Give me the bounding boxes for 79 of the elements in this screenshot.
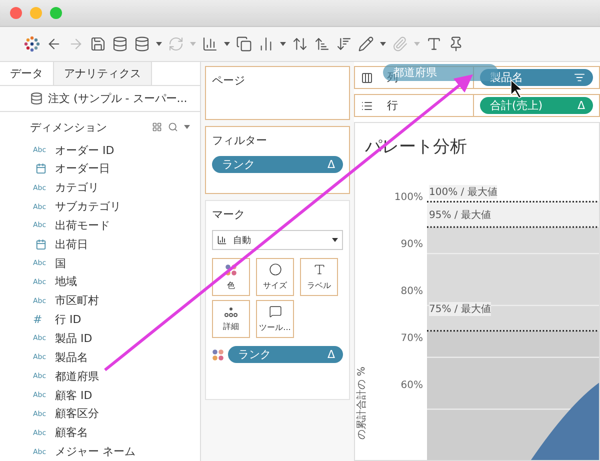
field-name[interactable]: メジャー ネーム [55,444,136,460]
field-type-label: # [33,313,44,326]
axis-tick-label: 100% [394,192,423,203]
field-name[interactable]: 顧客区分 [55,406,99,422]
swap-icon [292,36,308,52]
mark-property-button[interactable]: 詳細 [212,300,250,338]
field-name[interactable]: 出荷日 [55,236,88,252]
search-icon[interactable] [168,122,178,132]
mark-property-button[interactable]: ツール... [256,300,294,338]
field-name[interactable]: オーダー日 [55,161,110,176]
caret-icon [224,42,230,46]
color-dots-icon [225,264,237,276]
speech-bubble-icon [268,305,282,318]
axis-tick-label: 60% [400,380,423,391]
database-icon [112,36,128,52]
sort-descending-icon [336,36,352,52]
mark-property-button[interactable]: サイズ [256,258,294,296]
refresh-icon [168,36,184,52]
grid-icon[interactable] [152,122,162,132]
bar-chart-icon [217,235,227,245]
logo-icon [24,36,40,52]
axis-title: の累計合計の % [355,366,368,440]
field-name[interactable]: 出荷モード [55,218,110,233]
caret-icon [414,42,420,46]
mark-property-button[interactable]: ラベル [300,258,338,296]
mark-type-dropdown[interactable]: 自動 [212,230,343,250]
field-pill[interactable]: ランク Δ [228,346,343,363]
field-name[interactable]: 行 ID [55,312,82,328]
filter-pill[interactable]: ランク Δ [212,156,343,173]
card-title: フィルター [212,133,268,148]
mark-property-button[interactable]: 色 [212,258,250,296]
caret-icon [280,42,286,46]
sort-icon [574,72,585,83]
card-title: マーク [212,207,246,222]
database-icon [30,92,43,105]
field-name[interactable]: カテゴリ [55,180,99,196]
caret-icon [380,42,386,46]
field-name[interactable]: 国 [55,256,66,271]
sort-ascending-icon [314,36,330,52]
field-name[interactable]: 製品名 [55,350,88,365]
paperclip-icon [392,36,408,52]
field-name[interactable]: 都道府県 [55,368,99,384]
axis-tick-label: 80% [400,286,423,297]
caret-icon [332,238,338,242]
columns-icon [361,72,373,84]
field-name[interactable]: 顧客名 [55,425,88,440]
field-name[interactable]: オーダー ID [55,142,114,158]
save-icon [90,36,106,52]
chart-icon [258,36,274,52]
text-icon [312,263,326,276]
caret-icon[interactable] [184,125,190,130]
database-icon [134,36,150,52]
axis-tick-label: 90% [400,239,423,250]
field-name[interactable]: サブカテゴリ [55,199,121,214]
section-heading: ディメンション [30,120,108,135]
text-icon [426,36,442,52]
caret-icon [190,42,196,46]
copy-icon [236,36,252,52]
dots-icon [224,306,238,316]
shelf-label: 行 [387,98,398,113]
forward-arrow-icon [68,36,84,52]
color-dots-icon [212,348,224,360]
close-button[interactable] [10,7,22,19]
axis-tick-label: 70% [400,333,423,344]
field-name[interactable]: 市区町村 [55,293,99,308]
field-name[interactable]: 製品 ID [55,330,92,346]
pin-icon [448,36,464,52]
card-title: ページ [212,73,246,88]
field-name[interactable]: 地域 [55,274,77,290]
panel-tab[interactable]: アナリティクス [54,62,152,85]
field-name[interactable]: 顧客 ID [55,388,92,402]
data-source-name[interactable]: 注文 (サンプル - スーパー... [48,90,188,106]
caret-icon [156,42,162,46]
reference-line-label: 75% / 最大値 [429,302,491,316]
reference-line-label: 95% / 最大値 [429,208,491,222]
pencil-icon [358,36,374,52]
chart-icon [202,36,218,52]
reference-line-label: 100% / 最大値 [429,185,498,199]
circles-icon [268,263,282,276]
